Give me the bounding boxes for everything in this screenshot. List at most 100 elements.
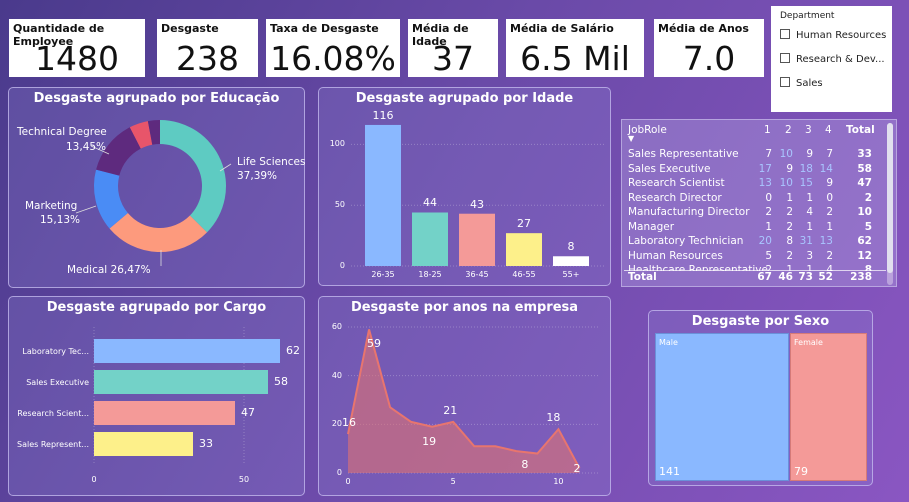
bar-data-label: 58 [274, 375, 288, 388]
age-bar[interactable] [553, 256, 589, 266]
kpi-title: Média de Anos [658, 22, 749, 35]
kpi-value: 6.5 Mil [520, 39, 630, 78]
matrix-cell: 18 [799, 162, 813, 175]
sexo-chart-title: Desgaste por Sexo [691, 314, 830, 329]
area-data-label: 18 [546, 411, 561, 425]
slicer-option-label: Human Resources [796, 30, 887, 41]
kpi-card-idade: Média de Idade 37 [408, 19, 498, 78]
slicer-option-human-resources[interactable]: Human Resources [780, 29, 890, 43]
scrollbar-thumb[interactable] [887, 123, 893, 273]
slicer-option-research[interactable]: Research & Dev... [780, 53, 890, 67]
y-tick-label: 50 [334, 200, 345, 210]
slicer-option-sales[interactable]: Sales [780, 77, 890, 91]
kpi-title: Taxa de Desgaste [270, 22, 379, 35]
area-data-label: 8 [521, 457, 529, 471]
matrix-row-label: Research Director [628, 191, 722, 204]
y-tick-label: Sales Represent... [17, 440, 89, 449]
cargo-bar-chart [93, 327, 280, 465]
cargo-bar[interactable] [94, 401, 235, 425]
x-tick-label: 18-25 [418, 270, 442, 279]
matrix-row-total: 47 [857, 177, 872, 189]
years-area-chart [347, 326, 599, 474]
matrix-cell: 0 [826, 191, 833, 204]
matrix-scrollbar[interactable] [887, 123, 893, 285]
age-bar[interactable] [365, 124, 401, 266]
matrix-cell: 10 [779, 148, 793, 160]
kpi-card-taxa: Taxa de Desgaste 16.08% [266, 19, 400, 78]
matrix-cell: 3 [806, 249, 813, 262]
bar-data-label: 33 [199, 437, 213, 450]
matrix-cell: 17 [758, 162, 772, 175]
slicer-title: Department [780, 11, 835, 21]
label-medical: Medical 26,47% [67, 264, 151, 276]
checkbox-icon[interactable] [780, 29, 790, 39]
years-chart-panel: Desgaste por anos na empresa 0 20 40 60 0 5 10… [318, 296, 611, 496]
slicer-option-label: Research & Dev... [796, 54, 885, 65]
treemap-female[interactable]: Female 79 [790, 333, 867, 481]
area-data-label: 2 [573, 462, 581, 476]
age-chart-panel: Desgaste agrupado por Idade 0 50 100 116 26-… [318, 87, 611, 286]
matrix-cell: 2 [786, 220, 793, 233]
matrix-row-total: 12 [857, 249, 872, 262]
bar-data-label: 8 [567, 240, 575, 254]
matrix-row-label: Sales Executive [628, 162, 711, 175]
x-tick-label: 36-45 [465, 270, 489, 279]
cargo-bar[interactable] [94, 370, 268, 394]
treemap-male-label: Male [659, 338, 678, 347]
matrix-cell: 2 [826, 249, 833, 262]
matrix-row-label: Manufacturing Director [628, 206, 750, 218]
matrix-cell: 10 [779, 177, 793, 189]
matrix-cell: 1 [806, 220, 813, 233]
matrix-cell: 14 [819, 162, 833, 175]
treemap-male[interactable]: Male 141 [655, 333, 789, 481]
x-tick-label: 26-35 [371, 270, 395, 279]
slicer-option-label: Sales [796, 78, 823, 89]
kpi-title: Média de Salário [510, 22, 614, 35]
kpi-value: 37 [432, 39, 474, 78]
x-tick-label: 50 [238, 475, 250, 484]
matrix-cell: 1 [786, 191, 793, 204]
age-bar[interactable] [506, 233, 542, 266]
x-tick-label: 0 [345, 477, 351, 486]
checkbox-icon[interactable] [780, 53, 790, 63]
kpi-title: Desgaste [161, 22, 219, 35]
matrix-cell: 13 [819, 235, 833, 247]
matrix-cell: 2 [826, 206, 833, 218]
matrix-row-total: 10 [857, 206, 872, 218]
age-bar[interactable] [459, 213, 495, 266]
matrix-row-label: Laboratory Technician [628, 235, 744, 247]
age-bar[interactable] [412, 212, 448, 266]
age-bar-chart [351, 124, 604, 267]
donut-slice-life-sciences[interactable] [160, 120, 226, 233]
matrix-row-total: 33 [857, 148, 872, 160]
matrix-total-cell: 73 [798, 271, 813, 283]
bar-data-label: 27 [517, 217, 531, 231]
label-technical-pct: 13,45% [66, 141, 107, 153]
matrix-row-total: 2 [864, 191, 872, 204]
bar-data-label: 47 [241, 406, 255, 419]
x-tick-label: 5 [450, 477, 456, 486]
area-data-label: 16 [342, 416, 356, 430]
matrix-cell: 9 [826, 177, 833, 189]
y-tick-label: 0 [339, 261, 345, 270]
donut-slice-medical[interactable] [109, 213, 207, 252]
kpi-value: 16.08% [270, 39, 396, 78]
matrix-cell: 13 [758, 177, 772, 189]
jobrole-matrix: JobRole ▼ 1 2 3 4 Total Sales Representa… [621, 119, 897, 287]
cargo-bar[interactable] [94, 432, 193, 456]
cargo-bar[interactable] [94, 339, 280, 363]
area-fill [348, 329, 580, 473]
matrix-total-cell: 46 [778, 271, 793, 283]
x-tick-label: 0 [91, 475, 97, 484]
checkbox-icon[interactable] [780, 77, 790, 87]
matrix-cell: 15 [799, 177, 813, 189]
bar-data-label: 43 [470, 197, 484, 211]
kpi-value: 238 [176, 39, 239, 78]
kpi-card-salario: Média de Salário 6.5 Mil [506, 19, 644, 78]
treemap-female-value: 79 [794, 465, 808, 478]
matrix-total-cell: 52 [818, 271, 833, 283]
bar-data-label: 44 [423, 196, 437, 210]
treemap-male-value: 141 [659, 465, 680, 478]
matrix-row-label: Research Scientist [628, 177, 725, 189]
matrix-cell: 2 [786, 206, 793, 218]
